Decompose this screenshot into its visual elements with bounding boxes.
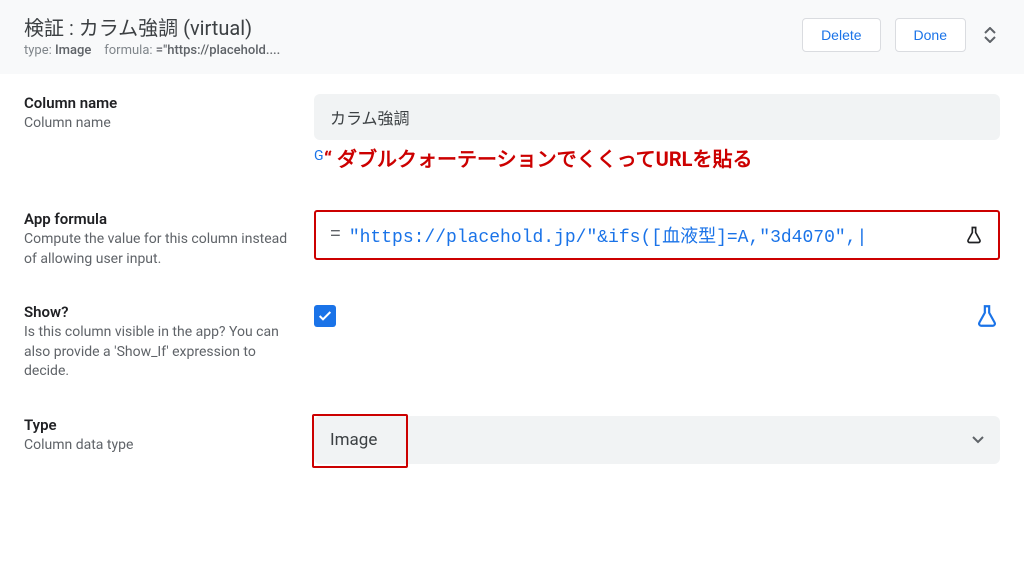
app-formula-title: App formula (24, 210, 298, 228)
reorder-icon[interactable] (980, 23, 1000, 47)
chevron-down-icon (972, 436, 984, 444)
editor-body: Column name Column name Go to display op… (0, 74, 1024, 464)
delete-button[interactable]: Delete (802, 18, 880, 52)
app-formula-input[interactable]: = "https://placehold.jp/"&ifs([血液型]=A,"3… (314, 210, 1000, 260)
column-name-input[interactable] (314, 94, 1000, 140)
app-formula-desc: Compute the value for this column instea… (24, 230, 298, 269)
editor-header: 検証 : カラム強調 (virtual) type: Image formula… (0, 0, 1024, 74)
column-name-title: Column name (24, 94, 298, 112)
red-annotation: “ ダブルクォーテーションでくくってURLを貼る (324, 143, 752, 172)
flask-icon[interactable] (974, 303, 1000, 329)
type-title: Type (24, 416, 298, 434)
show-title: Show? (24, 303, 298, 321)
formula-value: ="https://placehold.... (156, 43, 281, 58)
type-select[interactable]: Image (314, 416, 1000, 464)
flask-icon[interactable] (964, 225, 984, 245)
type-label: type: (24, 43, 52, 58)
type-select-value: Image (330, 430, 377, 450)
done-button[interactable]: Done (895, 18, 966, 52)
page-subtitle: type: Image formula: ="https://placehold… (24, 43, 280, 58)
header-title-block: 検証 : カラム強調 (virtual) type: Image formula… (24, 12, 280, 58)
formula-equals: = (330, 225, 341, 245)
page-title: 検証 : カラム強調 (virtual) (24, 12, 280, 41)
header-actions: Delete Done (802, 18, 1000, 52)
formula-text: "https://placehold.jp/"&ifs([血液型]=A,"3d4… (349, 222, 867, 248)
show-desc: Is this column visible in the app? You c… (24, 323, 298, 382)
column-name-desc: Column name (24, 114, 298, 134)
check-icon (317, 308, 333, 324)
type-value: Image (55, 43, 91, 58)
show-checkbox[interactable] (314, 305, 336, 327)
formula-label: formula: (104, 43, 152, 58)
type-desc: Column data type (24, 436, 298, 456)
